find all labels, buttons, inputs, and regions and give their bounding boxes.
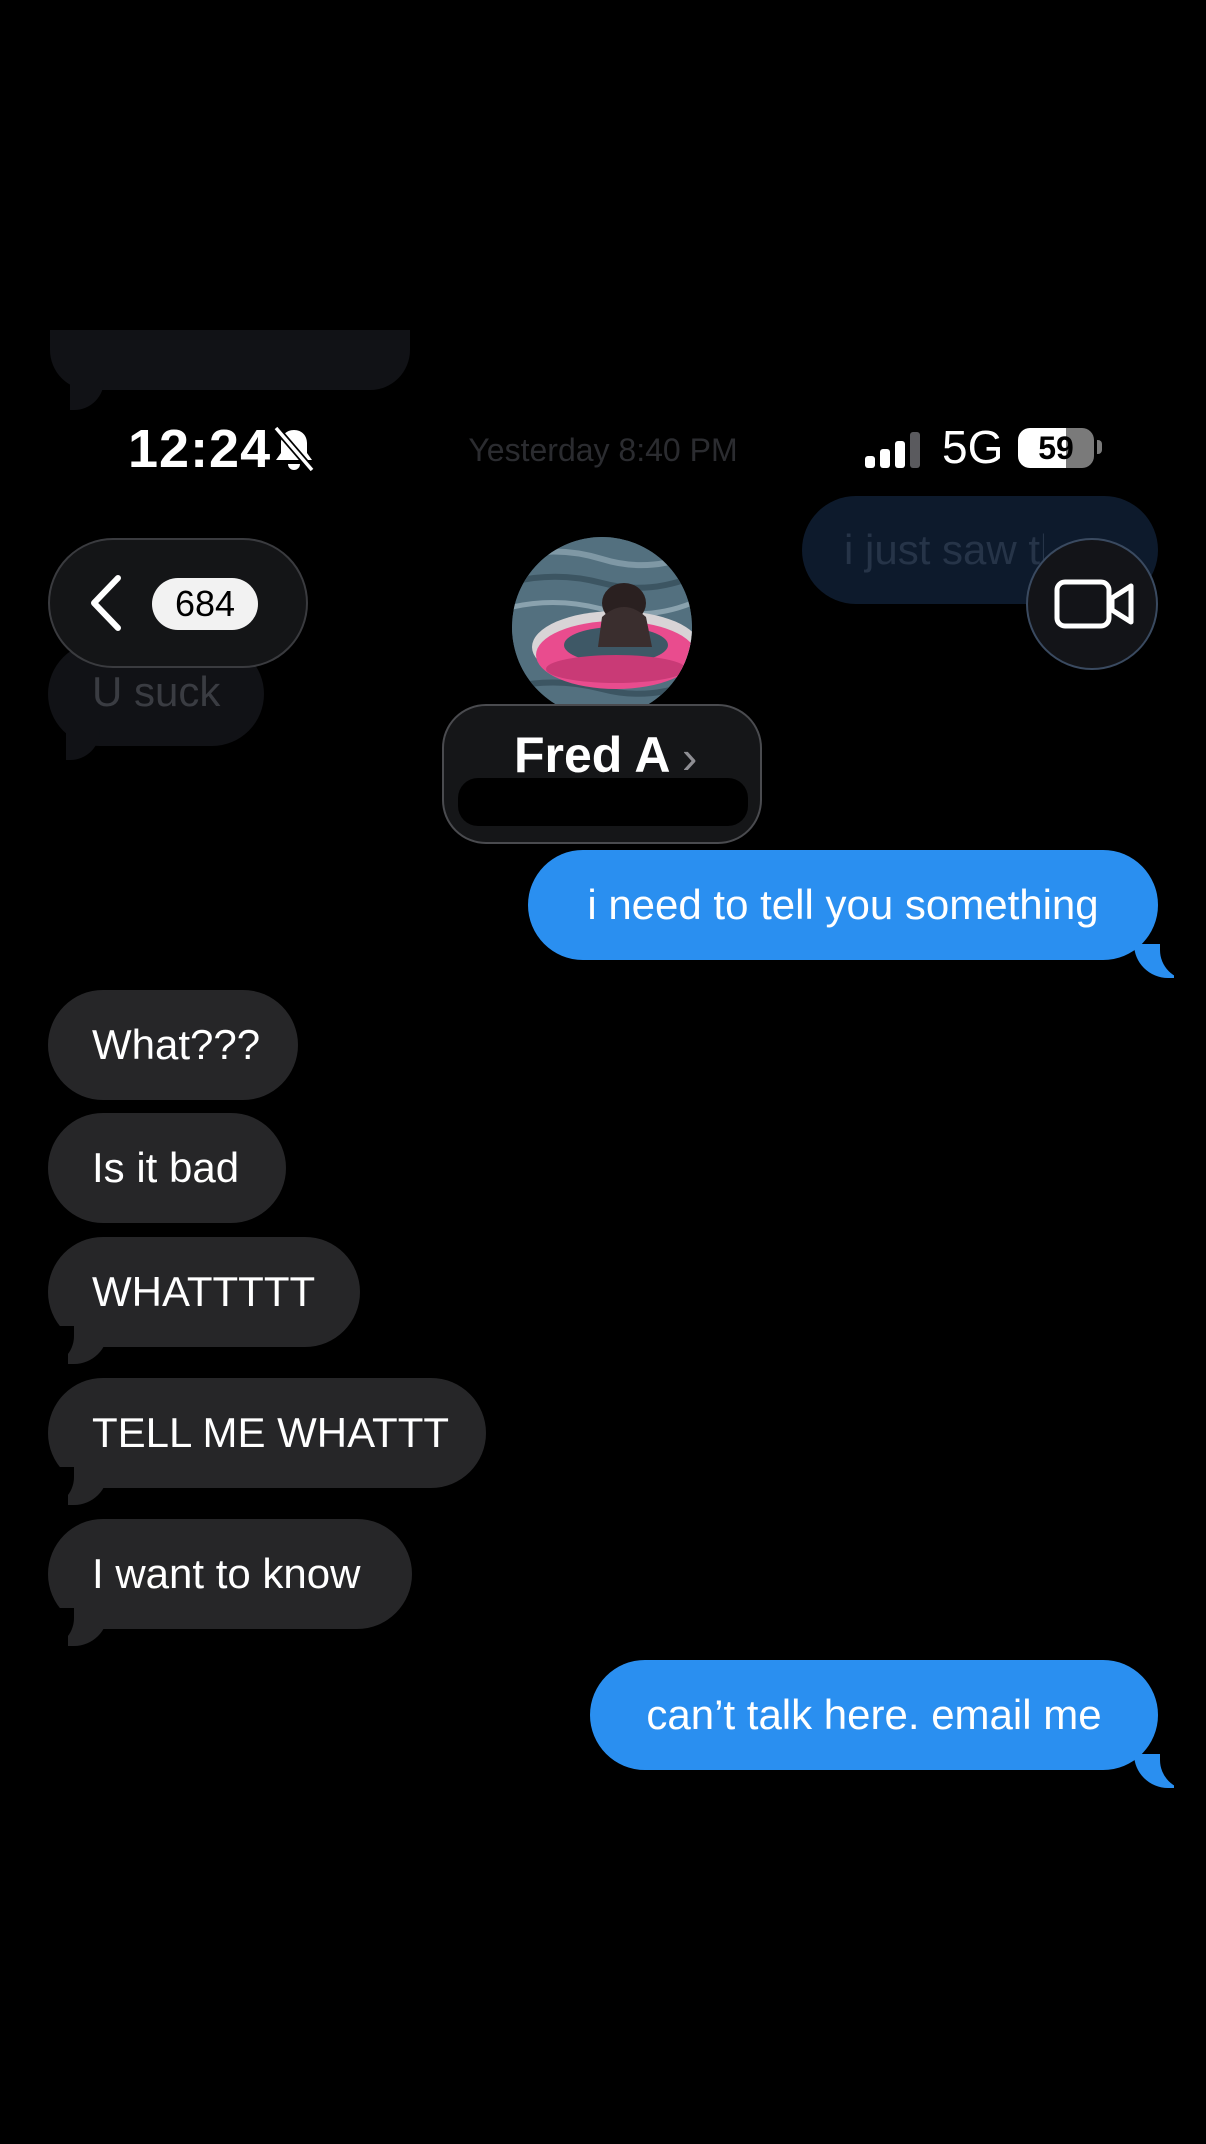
- message-bubble-outgoing[interactable]: i need to tell you something: [528, 850, 1158, 960]
- bubble-tail: [68, 1330, 108, 1364]
- message-bubble-incoming[interactable]: What???: [48, 990, 298, 1100]
- message-bubble-incoming[interactable]: Is it bad: [48, 1113, 286, 1223]
- bell-slash-icon: [273, 425, 315, 473]
- status-time: 12:24: [128, 419, 272, 479]
- message-bubble-incoming[interactable]: TELL ME WHATTT: [48, 1378, 486, 1488]
- chevron-left-icon[interactable]: [88, 574, 124, 632]
- network-type: 5G: [942, 421, 1004, 473]
- cellular-signal-icon: [865, 432, 920, 468]
- contact-name: Fred A: [514, 727, 671, 783]
- ghost-bubble-tail: [70, 380, 104, 410]
- avatar-photo: [512, 537, 692, 717]
- ghost-incoming-tail: [66, 730, 100, 760]
- contact-avatar[interactable]: [512, 537, 692, 717]
- battery-indicator: 59: [1018, 428, 1094, 468]
- bubble-tail: [68, 1612, 108, 1646]
- video-camera-icon[interactable]: [1054, 578, 1134, 630]
- bubble-tail: [68, 1471, 108, 1505]
- ghost-incoming-text: U suck: [92, 668, 221, 715]
- ghost-outgoing-text: i just saw th: [844, 526, 1044, 573]
- unread-count-badge[interactable]: 684: [152, 578, 258, 630]
- chevron-right-icon: ›: [682, 731, 698, 783]
- battery-nub: [1097, 440, 1102, 454]
- redaction-mark: [458, 778, 748, 826]
- ghost-bubble-top: [50, 330, 410, 390]
- contact-name-button[interactable]: Fred A ›: [442, 704, 762, 844]
- message-bubble-outgoing[interactable]: can’t talk here. email me: [590, 1660, 1158, 1770]
